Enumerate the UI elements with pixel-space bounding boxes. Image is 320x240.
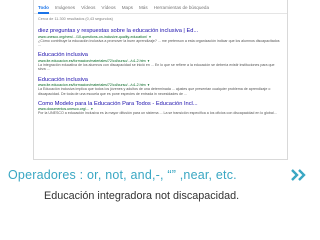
search-tabs: Todo Imágenes Vídeos Vídeos Maps Más Her…	[34, 0, 287, 14]
tab-todo[interactable]: Todo	[38, 5, 49, 14]
result-snippet: La Educación inclusiva implica que todos…	[38, 87, 271, 96]
tab-more[interactable]: Más	[139, 5, 148, 13]
search-results-screenshot: Todo Imágenes Vídeos Vídeos Maps Más Her…	[33, 0, 288, 160]
operators-heading: Operadores : or, not, and,-, “” ,near, e…	[8, 168, 237, 182]
result-snippet: La integración educativa de los alumnos …	[38, 62, 275, 72]
search-result: Educación inclusiva www.ite.educacion.es…	[34, 50, 287, 71]
tab-search-tools[interactable]: Herramientas de búsqueda	[154, 5, 209, 13]
result-snippet: Por la UNESCO a educación inclusiva es l…	[38, 111, 277, 116]
result-snippet: ¿Cómo contribuye la educación inclusiva …	[38, 38, 280, 47]
search-result: Como Modelo para la Educación Para Todos…	[34, 99, 287, 116]
caret-down-icon[interactable]: ▾	[149, 35, 151, 39]
result-title-link[interactable]: diez preguntas y respuestas sobre la edu…	[38, 28, 283, 34]
search-result: Educación inclusiva www.ite.educacion.es…	[34, 75, 287, 96]
result-title-link[interactable]: Educación inclusiva	[38, 77, 283, 83]
result-stats: Cerca de 11.300 resultados (0,43 segundo…	[38, 17, 113, 21]
search-result: diez preguntas y respuestas sobre la edu…	[34, 26, 287, 47]
result-title-link[interactable]: Como Modelo para la Educación Para Todos…	[38, 101, 283, 107]
tab-videos[interactable]: Vídeos	[81, 5, 95, 13]
tab-videos-2[interactable]: Vídeos	[101, 5, 115, 13]
tab-maps[interactable]: Maps	[122, 5, 133, 13]
search-query-example: Educación integradora not discapacidad.	[44, 190, 240, 202]
result-title-link[interactable]: Educación inclusiva	[38, 52, 283, 58]
double-chevron-right-icon[interactable]	[290, 168, 308, 182]
tab-images[interactable]: Imágenes	[55, 5, 75, 13]
result-url-text: www.unesco.org/new/.../10-questions-on-i…	[38, 34, 148, 39]
slide-caption: Operadores : or, not, and,-, “” ,near, e…	[0, 168, 320, 188]
